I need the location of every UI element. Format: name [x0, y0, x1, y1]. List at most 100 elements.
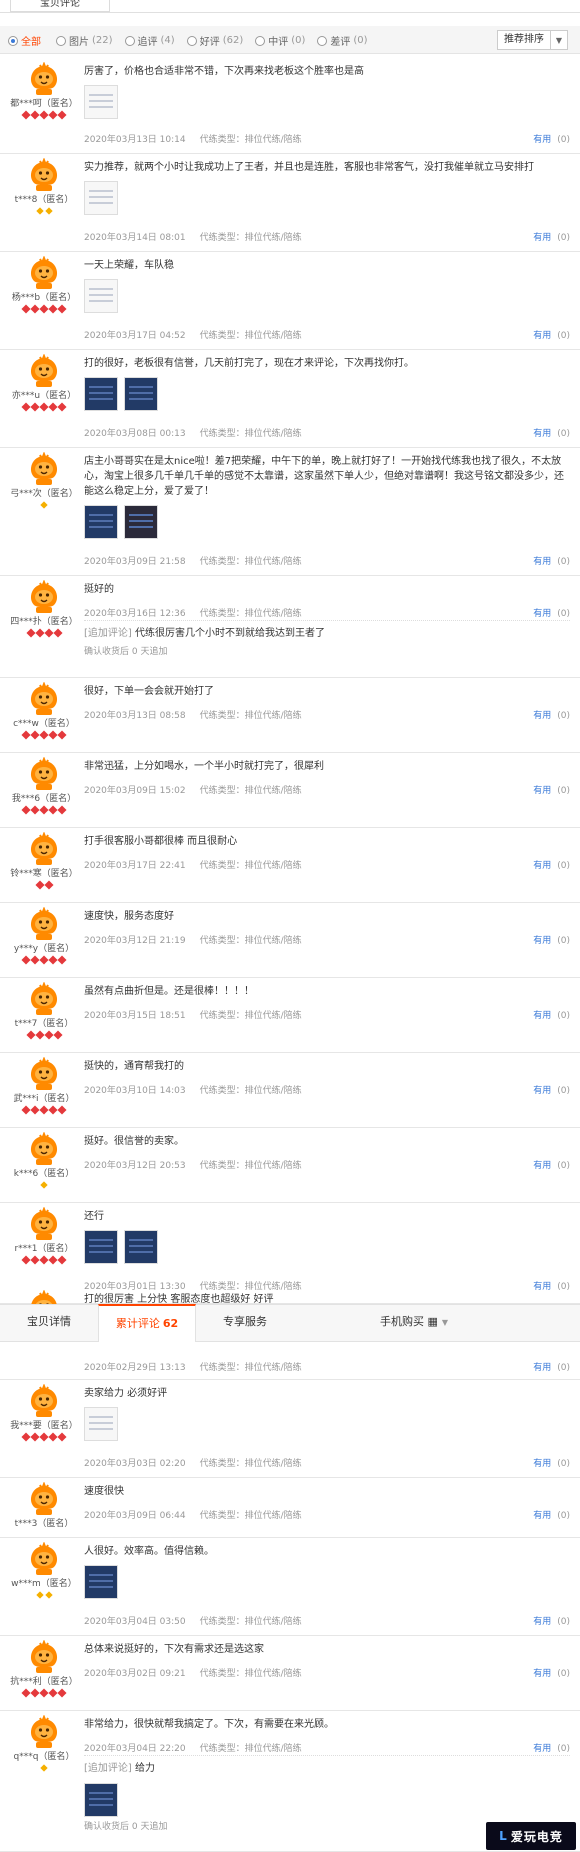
useful-count: (0) [557, 1511, 570, 1521]
chevron-down-icon: ▼ [441, 1318, 449, 1327]
review-photo-thumbnail[interactable] [84, 1407, 118, 1441]
review-photo-thumbnail[interactable] [84, 85, 118, 119]
review-meta: 2020年03月10日 14:03 代练类型：排位代练/陪练 有用 (0) [84, 1083, 570, 1096]
avatar [27, 255, 61, 290]
useful-button[interactable]: 有用 (0) [533, 132, 570, 145]
avatar [27, 1541, 61, 1576]
radio-icon[interactable] [8, 35, 18, 46]
useful-button[interactable]: 有用 (0) [533, 933, 570, 946]
tab-item-detail[interactable]: 宝贝详情 [0, 1304, 98, 1342]
filter-5[interactable]: 差评 (0) [317, 33, 368, 48]
filter-count: (4) [160, 35, 175, 46]
review-photo-thumbnail[interactable] [84, 1783, 118, 1817]
user-level [0, 1764, 88, 1773]
heart-level-icon [30, 1255, 40, 1265]
heart-level-icon [21, 1255, 31, 1265]
useful-button[interactable]: 有用 (0) [533, 1741, 570, 1754]
heart-level-icon [39, 1105, 49, 1115]
review-user: 抗***利（匿名） [0, 1636, 88, 1698]
review-item: k***6（匿名） 挺好。很信誉的卖家。 2020年03月12日 20:53 代练类型… [0, 1128, 580, 1203]
filter-1[interactable]: 图片 (22) [56, 33, 113, 48]
service-type: 代练类型：排位代练/陪练 [199, 1617, 302, 1627]
useful-button[interactable]: 有用 (0) [533, 230, 570, 243]
useful-label: 有用 [533, 331, 552, 341]
review-photos [84, 1407, 570, 1441]
filter-0[interactable]: 全部 [8, 33, 44, 48]
user-level [0, 880, 88, 890]
review-photo-thumbnail[interactable] [84, 181, 118, 215]
review-text: 总体来说挺好的，下次有需求还是选这家 [84, 1644, 264, 1655]
user-name: 武***i（匿名） [13, 1094, 75, 1104]
review-date: 2020年03月15日 18:51 [84, 1011, 186, 1021]
useful-label: 有用 [533, 936, 552, 946]
review-photo-thumbnail[interactable] [84, 377, 118, 411]
review-item: 铃***寒（匿名） 打手很客服小哥都很棒 而且很耐心 2020年03月17日 22:… [0, 828, 580, 903]
review-photo-thumbnail[interactable] [84, 1230, 118, 1264]
review-photo-thumbnail[interactable] [124, 505, 158, 539]
radio-icon[interactable] [124, 35, 135, 46]
review-content: 店主小哥哥实在是太nice啦！差7把荣耀，中午下的单，晚上就打好了！一开始找代练… [84, 448, 570, 539]
useful-button[interactable]: 有用 (0) [533, 1083, 570, 1096]
radio-icon[interactable] [317, 35, 328, 46]
review-photo-thumbnail[interactable] [84, 279, 118, 313]
useful-button[interactable]: 有用 (0) [533, 1008, 570, 1021]
useful-count: (0) [557, 786, 570, 796]
review-user: c***w（匿名） [0, 678, 88, 740]
useful-button[interactable]: 有用 (0) [533, 783, 570, 796]
heart-level-icon [30, 402, 40, 412]
filter-2[interactable]: 追评 (4) [124, 33, 175, 48]
useful-button[interactable]: 有用 (0) [533, 1508, 570, 1521]
useful-button[interactable]: 有用 (0) [533, 1666, 570, 1679]
filter-3[interactable]: 好评 (62) [186, 33, 243, 48]
useful-button[interactable]: 有用 (0) [533, 1360, 570, 1373]
useful-label: 有用 [533, 1363, 552, 1373]
user-level [0, 805, 88, 815]
heart-level-icon [30, 304, 40, 314]
review-photo-thumbnail[interactable] [124, 377, 158, 411]
review-user: t***8（匿名） [0, 154, 88, 216]
radio-icon[interactable] [56, 35, 66, 46]
review-date: 2020年03月10日 14:03 [84, 1086, 186, 1096]
heart-level-icon [43, 1030, 54, 1040]
review-photo-thumbnail[interactable] [84, 1565, 118, 1599]
heart-level-icon [30, 1688, 40, 1698]
user-level [0, 501, 88, 510]
avatar [27, 831, 61, 866]
heart-level-icon [39, 1432, 49, 1442]
tab-reviews-top[interactable]: 宝贝评论 [10, 0, 110, 12]
useful-button[interactable]: 有用 (0) [533, 606, 570, 619]
useful-button[interactable]: 有用 (0) [533, 1456, 570, 1469]
review-item: c***w（匿名） 很好，下单一会会就开始打了 2020年03月13日 08:58 代… [0, 678, 580, 753]
user-level [0, 628, 88, 638]
useful-button[interactable]: 有用 (0) [533, 1158, 570, 1171]
useful-label: 有用 [533, 1669, 552, 1679]
radio-icon[interactable] [186, 35, 197, 46]
review-photo-thumbnail[interactable] [124, 1230, 158, 1264]
useful-button[interactable]: 有用 (0) [533, 554, 570, 567]
service-type: 代练类型：排位代练/陪练 [199, 1086, 302, 1096]
useful-button[interactable]: 有用 (0) [533, 1614, 570, 1627]
review-photo-thumbnail[interactable] [84, 505, 118, 539]
useful-count: (0) [557, 861, 570, 871]
heart-level-icon [57, 805, 67, 815]
review-text: 挺快的，通宵帮我打的 [84, 1061, 184, 1072]
sort-dropdown[interactable]: 推荐排序 ▼ [497, 30, 568, 50]
tab-reviews[interactable]: 累计评论 62 [98, 1304, 196, 1342]
review-content: 一天上荣耀，车队稳 [84, 252, 570, 313]
chevron-down-icon: ▼ [555, 35, 563, 45]
tab-service[interactable]: 专享服务 [196, 1304, 294, 1342]
user-name: t***3（匿名） [14, 1519, 74, 1529]
useful-button[interactable]: 有用 (0) [533, 328, 570, 341]
tab-mobile-buy[interactable]: 手机购买 ▦ ▼ [314, 1304, 514, 1342]
filter-4[interactable]: 中评 (0) [255, 33, 305, 48]
useful-button[interactable]: 有用 (0) [533, 858, 570, 871]
review-photos [84, 377, 570, 411]
service-type: 代练类型：排位代练/陪练 [199, 1459, 302, 1469]
review-item: t***7（匿名） 虽然有点曲折但是。还是很棒！！！！ 2020年03月15日 18… [0, 978, 580, 1053]
user-level [0, 207, 88, 216]
useful-button[interactable]: 有用 (0) [533, 426, 570, 439]
user-level [0, 1030, 88, 1040]
review-user: 铃***寒（匿名） [0, 828, 88, 890]
useful-button[interactable]: 有用 (0) [533, 708, 570, 721]
radio-icon[interactable] [255, 35, 266, 46]
